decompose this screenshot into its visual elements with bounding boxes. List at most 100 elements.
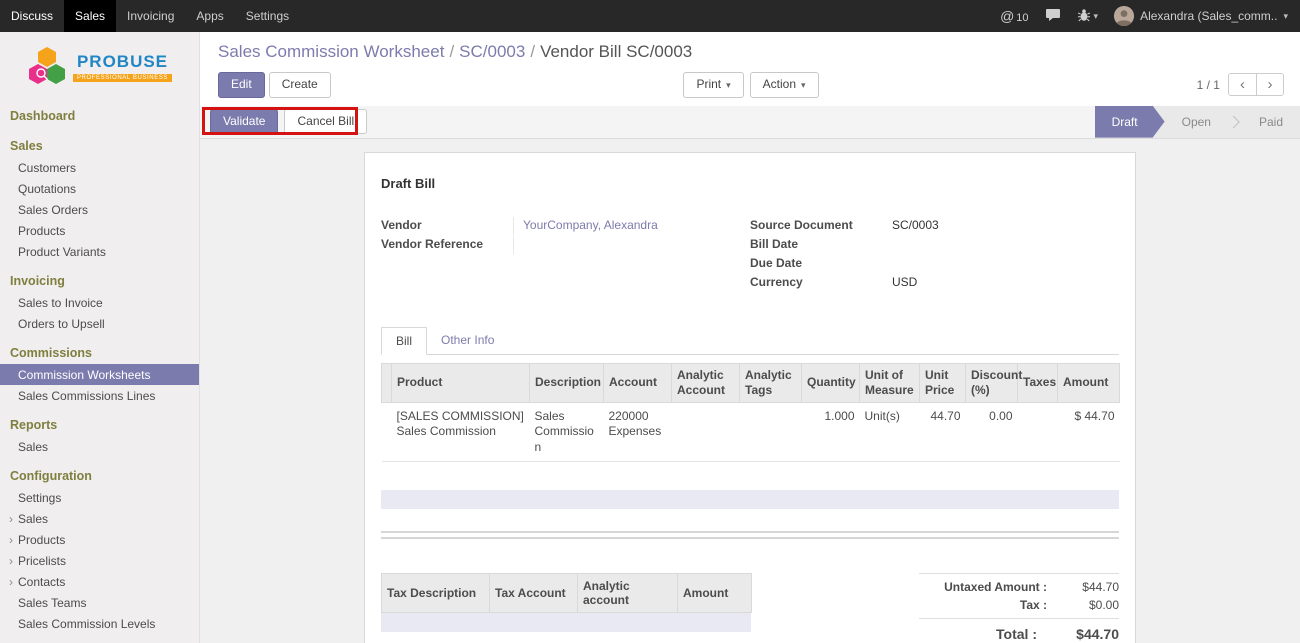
column-header-tax-account[interactable]: Tax Account — [490, 574, 578, 613]
sidebar-section-sales[interactable]: Sales — [0, 135, 199, 157]
cell-account: 220000 Expenses — [604, 402, 672, 462]
column-header-unit-of-measure[interactable]: Unit of Measure — [860, 363, 920, 402]
sidebar-item-quotations[interactable]: Quotations — [0, 178, 199, 199]
column-header-tax-analytic-account[interactable]: Analytic account — [578, 574, 678, 613]
messages-button[interactable] — [1045, 8, 1061, 25]
expand-arrow-icon: › — [9, 576, 13, 588]
vendor-reference-field-label: Vendor Reference — [381, 236, 513, 252]
cell-analytic-tags — [740, 402, 802, 462]
action-dropdown-button[interactable]: Action ▾ — [750, 72, 819, 98]
sidebar-item-label: Quotations — [18, 182, 76, 196]
column-header-quantity[interactable]: Quantity — [802, 363, 860, 402]
sidebar-section-commissions[interactable]: Commissions — [0, 342, 199, 364]
caret-down-icon: ▾ — [801, 80, 806, 90]
sidebar-item-label: Contacts — [18, 575, 65, 589]
column-header-tax-description[interactable]: Tax Description — [382, 574, 490, 613]
column-header-amount[interactable]: Amount — [1058, 363, 1120, 402]
tab-bill[interactable]: Bill — [381, 327, 427, 355]
sidebar-item-label: Sales to Invoice — [18, 296, 103, 310]
column-header-product[interactable]: Product — [392, 363, 530, 402]
caret-down-icon: ▾ — [1094, 11, 1099, 22]
currency-field-label: Currency — [750, 274, 892, 290]
sidebar-section-invoicing[interactable]: Invoicing — [0, 270, 199, 292]
empty-tax-row — [381, 613, 751, 632]
column-header-description[interactable]: Description — [530, 363, 604, 402]
vendor-field-value[interactable]: YourCompany, Alexandra — [513, 217, 750, 235]
sidebar-item-label: Sales — [18, 512, 48, 526]
sidebar-item-config-contacts[interactable]: › Contacts — [0, 571, 199, 592]
sidebar-item-products[interactable]: Products — [0, 220, 199, 241]
grand-total-value: $44.70 — [1037, 626, 1119, 642]
status-paid[interactable]: Paid — [1242, 106, 1300, 138]
column-header-unit-price[interactable]: Unit Price — [920, 363, 966, 402]
totals-block: Untaxed Amount : $44.70 Tax : $0.00 Tota… — [919, 573, 1119, 643]
nav-item-settings[interactable]: Settings — [235, 0, 300, 32]
table-row[interactable]: [SALES COMMISSION] Sales Commission Sale… — [382, 402, 1120, 462]
row-handle-cell — [382, 402, 392, 462]
sidebar-item-label: Sales Teams — [18, 596, 86, 610]
sidebar-section-configuration[interactable]: Configuration — [0, 465, 199, 487]
sidebar-item-sales-to-invoice[interactable]: Sales to Invoice — [0, 292, 199, 313]
cell-amount: $ 44.70 — [1058, 402, 1120, 462]
sidebar-item-sales-commission-levels[interactable]: Sales Commission Levels — [0, 613, 199, 634]
status-draft[interactable]: Draft — [1095, 106, 1165, 138]
breadcrumb-record-link[interactable]: SC/0003 — [459, 42, 525, 61]
sidebar-item-label: Orders to Upsell — [18, 317, 105, 331]
create-button[interactable]: Create — [269, 72, 331, 98]
nav-item-sales[interactable]: Sales — [64, 0, 116, 32]
sidebar-item-config-pricelists[interactable]: ›Pricelists — [0, 550, 199, 571]
tax-lines-table: Tax Description Tax Account Analytic acc… — [381, 573, 752, 613]
pager-next-button[interactable]: › — [1256, 74, 1283, 95]
tax-table-header-row: Tax Description Tax Account Analytic acc… — [382, 574, 752, 613]
print-dropdown-button[interactable]: Print▾ — [683, 72, 743, 98]
sidebar-item-reports-sales[interactable]: Sales — [0, 436, 199, 457]
sidebar-item-product-variants[interactable]: Product Variants — [0, 241, 199, 262]
sidebar-item-orders-to-upsell[interactable]: Orders to Upsell — [0, 313, 199, 334]
tab-other-info[interactable]: Other Info — [427, 327, 508, 355]
column-header-analytic-account[interactable]: Analytic Account — [672, 363, 740, 402]
expand-arrow-icon: › — [9, 534, 13, 546]
grand-total-label: Total : — [996, 626, 1037, 642]
column-header-tax-amount[interactable]: Amount — [678, 574, 752, 613]
column-header-analytic-tags[interactable]: Analytic Tags — [740, 363, 802, 402]
column-header-discount[interactable]: Discount (%) — [966, 363, 1018, 402]
sidebar-item-label: Commission Worksheets — [18, 368, 150, 382]
breadcrumb-worksheet-link[interactable]: Sales Commission Worksheet — [218, 42, 444, 61]
nav-item-apps[interactable]: Apps — [185, 0, 234, 32]
sidebar-item-config-products[interactable]: ›Products — [0, 529, 199, 550]
column-header-taxes[interactable]: Taxes — [1018, 363, 1058, 402]
sidebar-item-config-settings[interactable]: Settings — [0, 487, 199, 508]
user-menu[interactable]: Alexandra (Sales_comm.. ▾ — [1114, 6, 1288, 26]
sidebar-section-reports[interactable]: Reports — [0, 414, 199, 436]
cancel-bill-button[interactable]: Cancel Bill — [284, 109, 367, 135]
nav-item-invoicing[interactable]: Invoicing — [116, 0, 185, 32]
debug-menu-button[interactable]: ▾ — [1077, 8, 1099, 25]
sidebar-item-dashboard[interactable]: Dashboard — [0, 105, 199, 127]
nav-item-discuss[interactable]: Discuss — [0, 0, 64, 32]
sidebar-item-customers[interactable]: Customers — [0, 157, 199, 178]
sidebar: PROBUSE PROFESSIONAL BUSINESS Dashboard … — [0, 32, 200, 643]
cell-unit-price: 44.70 — [920, 402, 966, 462]
sidebar-item-commission-worksheets[interactable]: Commission Worksheets — [0, 364, 199, 385]
notebook-tabs: Bill Other Info — [381, 327, 1119, 355]
user-name: Alexandra (Sales_comm.. — [1140, 9, 1277, 23]
pager-previous-button[interactable]: ‹ — [1229, 74, 1256, 95]
sidebar-item-label: Sales Commission Levels — [18, 617, 155, 631]
breadcrumb-separator: / — [525, 42, 540, 61]
sidebar-item-sales-orders[interactable]: Sales Orders — [0, 199, 199, 220]
mention-counter-button[interactable]: @ 10 — [1000, 8, 1028, 24]
sidebar-item-sales-teams[interactable]: Sales Teams — [0, 592, 199, 613]
at-icon: @ — [1000, 8, 1014, 24]
sidebar-item-sales-commissions-lines[interactable]: Sales Commissions Lines — [0, 385, 199, 406]
status-open[interactable]: Open — [1165, 106, 1228, 138]
column-header-account[interactable]: Account — [604, 363, 672, 402]
validate-button[interactable]: Validate — [210, 109, 278, 135]
sidebar-item-config-sales[interactable]: ›Sales — [0, 508, 199, 529]
sidebar-item-label: Sales Commissions Lines — [18, 389, 155, 403]
tax-total-value: $0.00 — [1047, 598, 1119, 612]
sidebar-item-label: Sales — [18, 440, 48, 454]
cell-description: Sales Commission — [530, 402, 604, 462]
probuse-logo-icon — [27, 46, 67, 89]
action-label: Action — [763, 77, 796, 91]
edit-button[interactable]: Edit — [218, 72, 265, 98]
